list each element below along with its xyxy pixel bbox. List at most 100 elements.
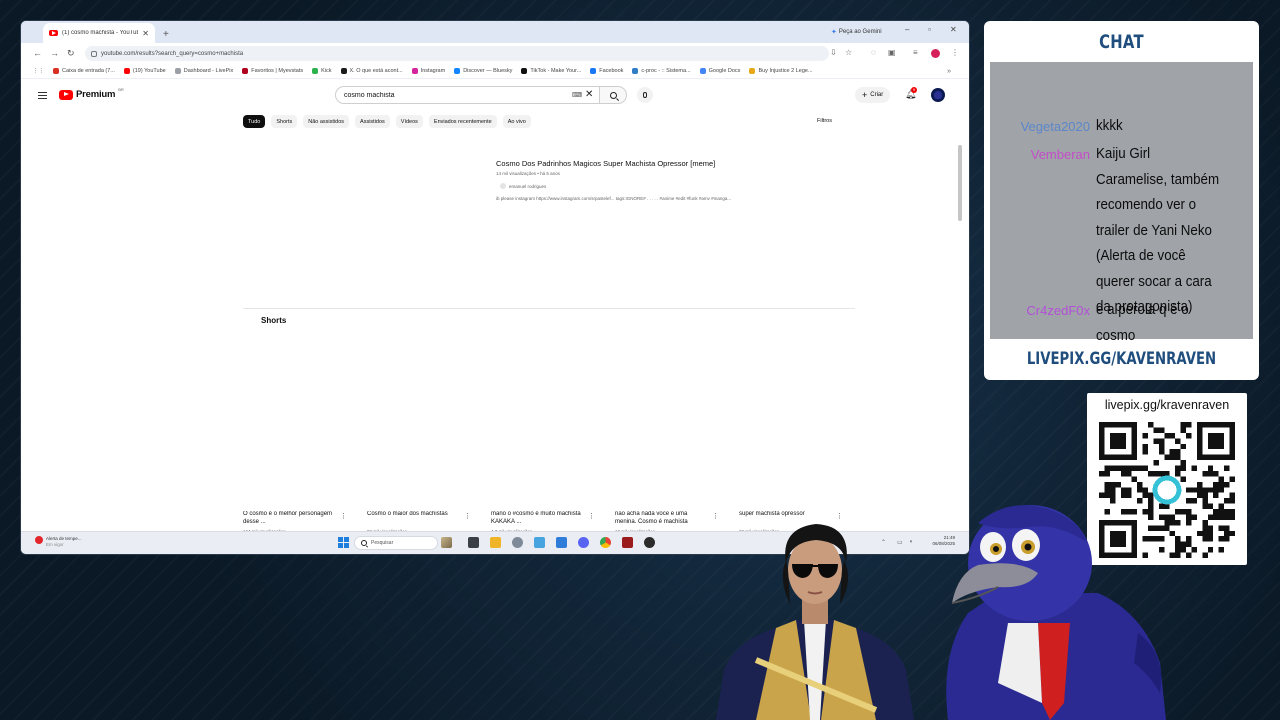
voice-search-button[interactable] [637,87,653,103]
filter-chip[interactable]: Tudo [243,115,266,128]
gemini-spark-icon: ✦ [831,29,837,36]
photos-app-icon[interactable] [534,537,545,548]
store-app-icon[interactable] [556,537,567,548]
bookmark-favicon-icon [411,67,418,74]
chat-messages: Vegeta2020 kkkk Vemberan Kaiju Girl Cara… [990,62,1253,344]
more-options-icon[interactable]: ⋮ [836,512,843,520]
bookmark-item[interactable]: Favoritos | Myevstats [242,67,304,74]
bookmark-item[interactable]: (19) YouTube [123,67,166,74]
browser-menu-icon[interactable]: ⋮ [951,48,959,57]
chat-username: Cr4zedF0x [1026,303,1090,318]
weather-subtitle: Em vigor [46,541,64,547]
new-tab-icon[interactable]: + [163,29,169,40]
maximize-icon[interactable]: ▫ [928,25,931,34]
channel-name[interactable]: emanuel rodrigues [509,184,546,189]
more-options-icon[interactable]: ⋮ [340,512,347,520]
apps-grid-icon[interactable]: ⋮⋮ [33,68,44,74]
bookmark-item[interactable]: c-proc - :: Sistema... [632,67,691,74]
bookmark-label: Facebook [599,67,624,74]
search-box[interactable] [335,86,599,104]
bookmark-item[interactable]: Instagram [411,67,446,74]
window-close-icon[interactable]: ✕ [950,25,957,34]
bookmark-item[interactable]: X. O que está acont... [340,67,403,74]
site-info-icon[interactable] [91,50,97,57]
clear-search-icon[interactable]: ✕ [585,89,593,100]
filter-chip[interactable]: Não assistidos [303,115,350,128]
video-channel[interactable]: emanuel rodrigues [500,183,856,189]
video-result[interactable]: Cosmo Dos Padrinhos Magicos Super Machis… [496,159,856,201]
windows-start-icon[interactable] [338,537,349,548]
page-scrollbar[interactable] [958,145,962,221]
filter-chip[interactable]: Assistidos [355,115,390,128]
search-button[interactable] [599,86,627,104]
downloads-icon[interactable]: ≡ [913,48,918,57]
discord-icon[interactable] [578,537,589,548]
short-title[interactable]: O cosmo é o melhor personagem desse ... [243,511,337,526]
gemini-button[interactable]: ✦ Peça ao Gemini [827,26,886,38]
bookmark-item[interactable]: Discover — Bluesky [454,67,512,74]
bookmark-label: (19) YouTube [132,67,166,74]
reload-icon[interactable]: ↻ [67,48,75,59]
settings-gear-icon[interactable] [512,537,523,548]
search-input[interactable] [344,91,554,99]
chat-username: Vemberan [1030,147,1090,162]
obs-icon[interactable] [644,537,655,548]
bookmark-item[interactable]: Dashboard - LivePix [174,67,233,74]
taskbar-widget-icon[interactable] [441,537,452,548]
taskbar-search[interactable]: Pesquisar [354,536,438,550]
shorts-heading: Shorts [261,316,287,325]
keyboard-icon[interactable]: ⌨ [572,91,582,99]
region-code: BR [118,87,124,92]
bookmark-item[interactable]: Buy Injustice 2 Lege... [749,67,813,74]
browser-profile-avatar[interactable] [931,49,940,58]
video-title[interactable]: Cosmo Dos Padrinhos Magicos Super Machis… [496,159,856,168]
valorant-icon[interactable] [622,537,633,548]
bookmark-favicon-icon [123,67,130,74]
install-app-icon[interactable]: ⇩ [830,48,837,57]
bookmark-item[interactable]: TikTok - Make Your... [521,67,582,74]
bookmark-item[interactable]: Google Docs [699,67,740,74]
file-explorer-icon[interactable] [490,537,501,548]
minimize-icon[interactable]: – [905,25,909,34]
address-bar[interactable]: youtube.com/results?search_query=cosmo+m… [85,46,829,61]
chat-message: Vegeta2020 kkkk [990,114,1253,140]
short-title[interactable]: Cosmo o maior dos machistas [367,511,461,526]
more-options-icon[interactable]: ⋮ [712,512,719,520]
bookmarks-bar: ⋮⋮ Caixa de entrada (7... (19) YouTube Das… [21,63,969,79]
gemini-label: Peça ao Gemini [838,29,882,35]
extensions-puzzle-icon[interactable]: ▣ [888,48,896,57]
taskbar-task-view-icon[interactable] [468,537,479,548]
extension-icon[interactable]: ◌ [871,48,876,57]
channel-avatar[interactable] [500,183,506,189]
weather-title: Alerta de tempe... [46,536,82,541]
more-options-icon[interactable]: ⋮ [588,512,595,520]
short-title[interactable]: nao acha nada voce e uma menina. Cosmo é… [615,511,709,526]
forward-icon[interactable]: → [50,48,59,58]
user-avatar[interactable] [931,88,945,102]
filter-chip[interactable]: Enviados recentemente [428,115,497,128]
bookmark-label: Favoritos | Myevstats [251,67,304,74]
bookmark-label: Instagram [420,67,446,74]
filter-chip[interactable]: Shorts [271,115,298,128]
filter-chip[interactable]: Ao vivo [502,115,531,128]
filter-chip[interactable]: Vídeos [395,115,423,128]
bookmark-item[interactable]: Kick [312,67,332,74]
more-options-icon[interactable]: ⋮ [464,512,471,520]
bookmark-star-icon[interactable]: ☆ [845,48,852,57]
bookmark-favicon-icon [749,67,756,74]
filters-button[interactable]: Filtros [817,118,832,124]
chrome-icon[interactable] [600,537,611,548]
menu-hamburger-icon[interactable] [38,92,47,99]
short-title[interactable]: mano o #cosmo é muito machista KAKAKA ..… [491,511,585,526]
create-button[interactable]: + Criar [855,87,891,103]
weather-widget[interactable]: Alerta de tempe... Em vigor [35,533,82,548]
bookmark-item[interactable]: Facebook [590,67,624,74]
person-overlay-image [716,524,914,720]
bookmarks-overflow-icon[interactable]: » [947,68,951,75]
browser-tab[interactable]: (1) cosmo machista - YouTube ✕ [43,23,155,43]
bookmark-label: TikTok - Make Your... [530,67,582,74]
bookmark-item[interactable]: Caixa de entrada (7... [53,67,115,74]
tab-close-icon[interactable]: ✕ [142,29,149,38]
back-icon[interactable]: ← [33,48,42,58]
youtube-premium-logo[interactable]: Premium BR [59,87,124,100]
